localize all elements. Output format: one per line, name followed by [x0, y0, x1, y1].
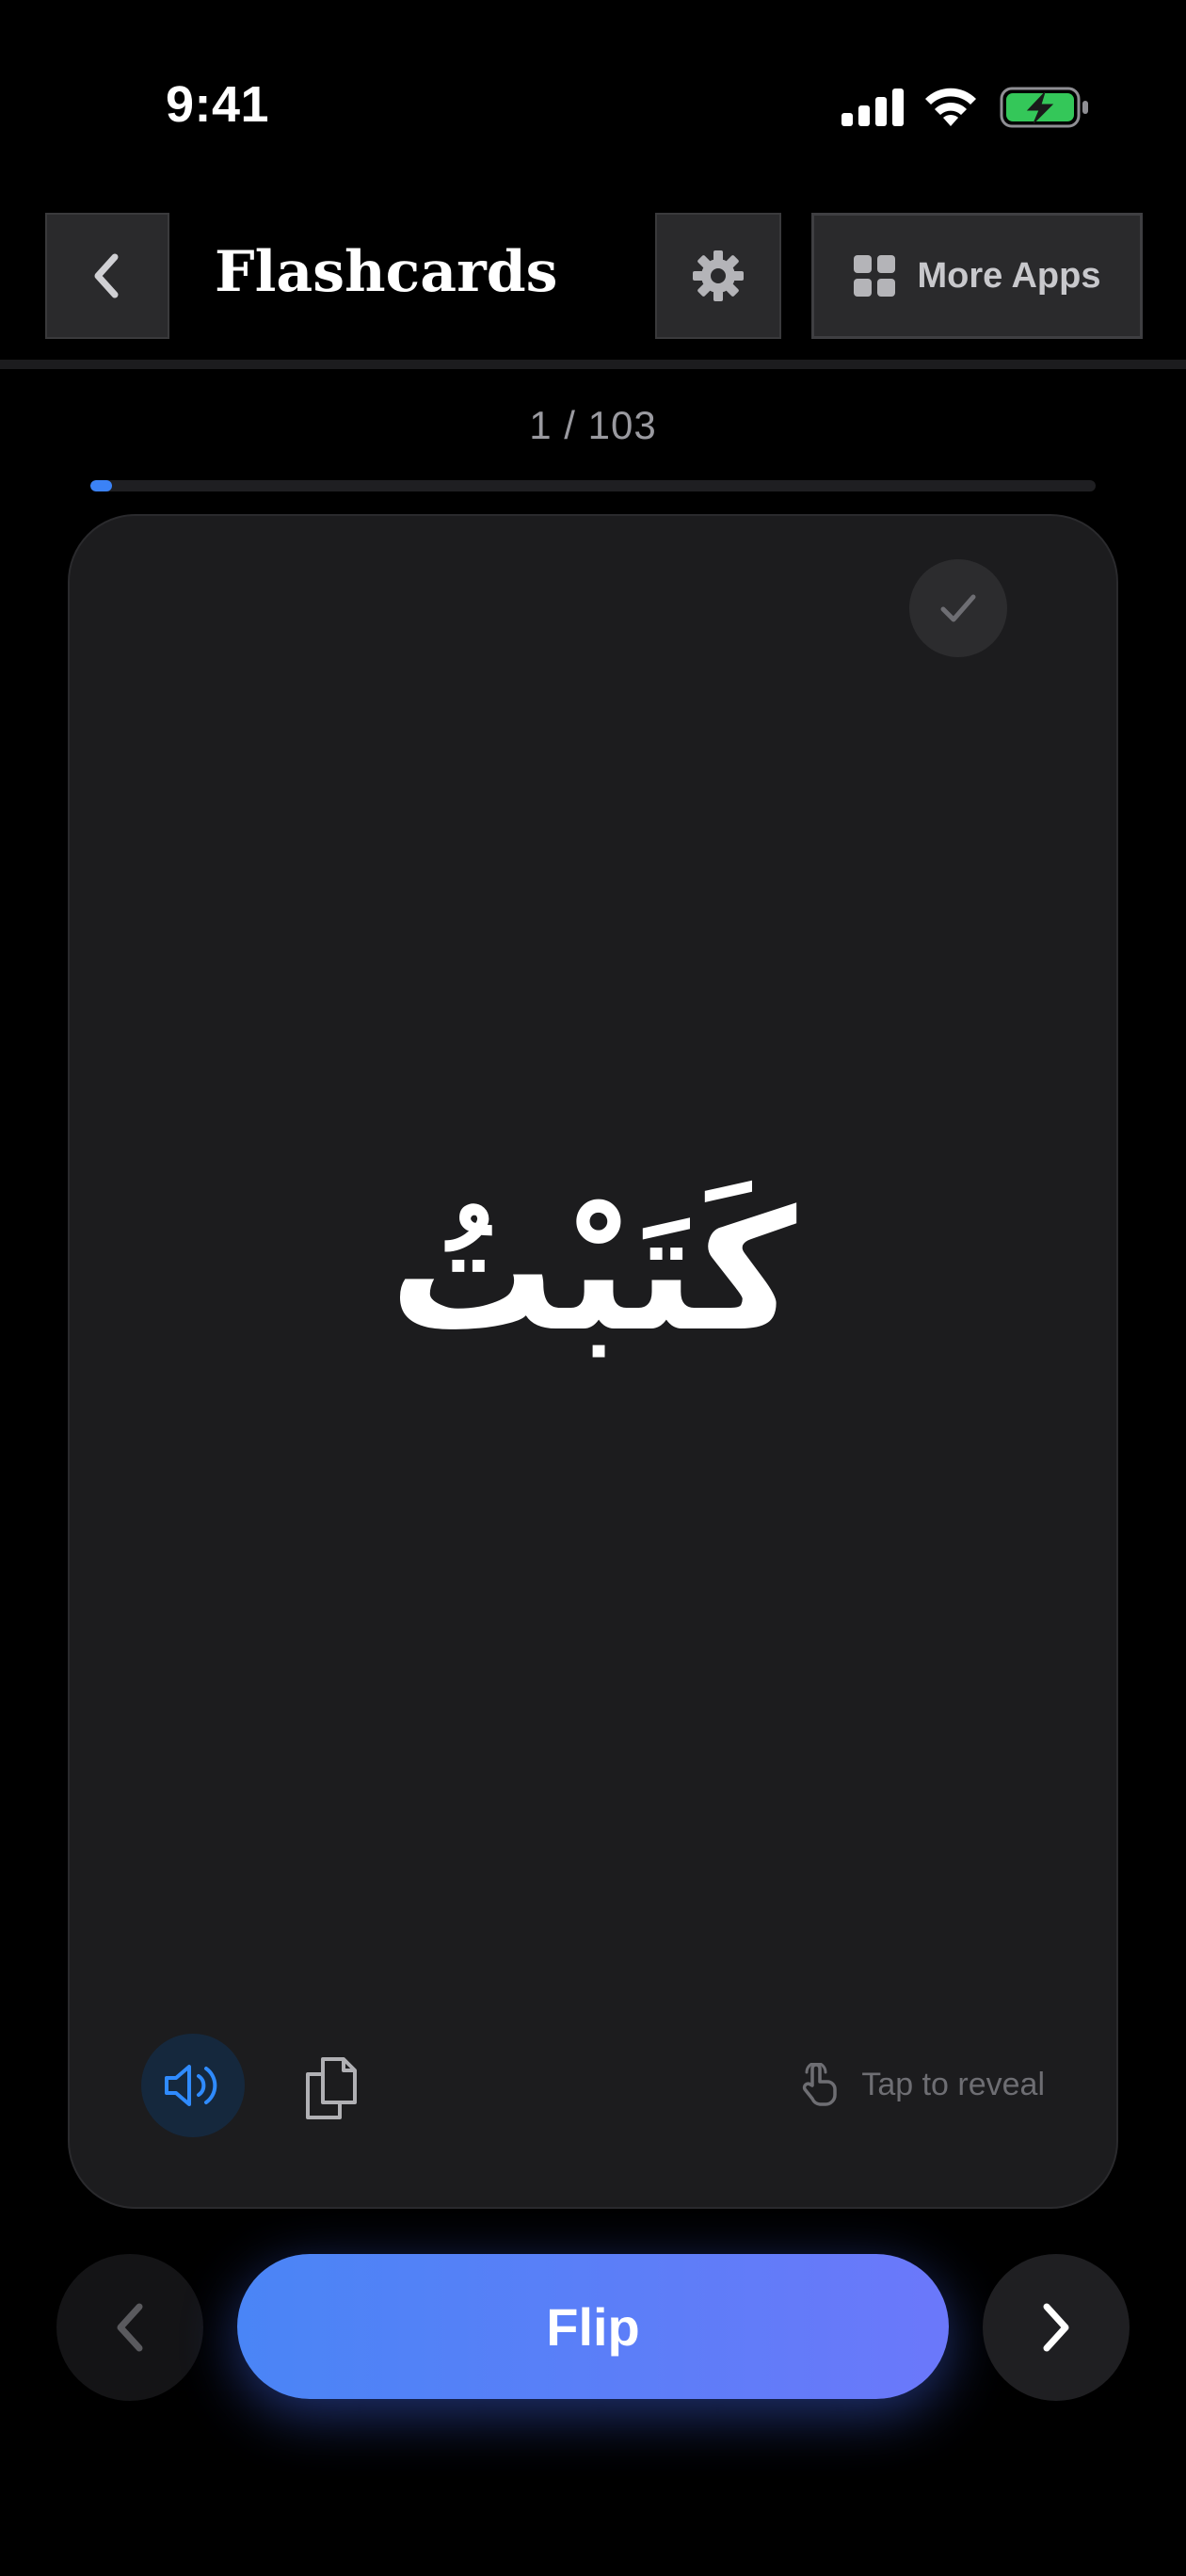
chevron-left-icon — [94, 253, 119, 298]
battery-charging-icon — [1000, 87, 1088, 128]
cellular-signal-icon — [841, 89, 904, 126]
tap-to-reveal-hint: Tap to reveal — [799, 2056, 1045, 2113]
speaker-icon — [165, 2065, 217, 2106]
copy-button[interactable] — [296, 2051, 367, 2126]
gear-icon — [693, 250, 744, 301]
progress-fill — [90, 480, 113, 491]
previous-card-button[interactable] — [56, 2254, 203, 2401]
status-bar: 9:41 — [0, 0, 1186, 188]
flip-button[interactable]: Flip — [237, 2254, 949, 2399]
hand-pointer-icon — [803, 2063, 838, 2106]
mark-known-button[interactable] — [909, 559, 1007, 657]
flashcards-screen: 9:41 Flashcards More Apps 1 / 103 كَتَبْ… — [0, 0, 1186, 2576]
wifi-icon — [925, 88, 976, 126]
flashcard[interactable]: كَتَبْتُ Tap to reveal — [68, 514, 1118, 2209]
next-card-button[interactable] — [983, 2254, 1130, 2401]
tap-hint-label: Tap to reveal — [861, 2066, 1045, 2102]
progress-counter: 1 / 103 — [529, 403, 657, 447]
copy-icon — [306, 2057, 357, 2119]
progress-bar — [90, 480, 1096, 491]
more-apps-label: More Apps — [917, 255, 1101, 296]
settings-button[interactable] — [655, 213, 781, 339]
header: Flashcards More Apps — [0, 213, 1186, 341]
header-divider — [0, 360, 1186, 369]
grid-icon — [853, 255, 895, 297]
more-apps-button[interactable]: More Apps — [811, 213, 1143, 339]
status-time: 9:41 — [166, 76, 270, 133]
checkmark-icon — [940, 594, 976, 622]
back-button[interactable] — [45, 213, 169, 339]
chevron-left-icon — [117, 2303, 143, 2352]
chevron-right-icon — [1043, 2303, 1069, 2352]
speak-button[interactable] — [141, 2034, 245, 2137]
card-word: كَتَبْتُ — [389, 1175, 797, 1368]
page-title: Flashcards — [215, 239, 558, 305]
